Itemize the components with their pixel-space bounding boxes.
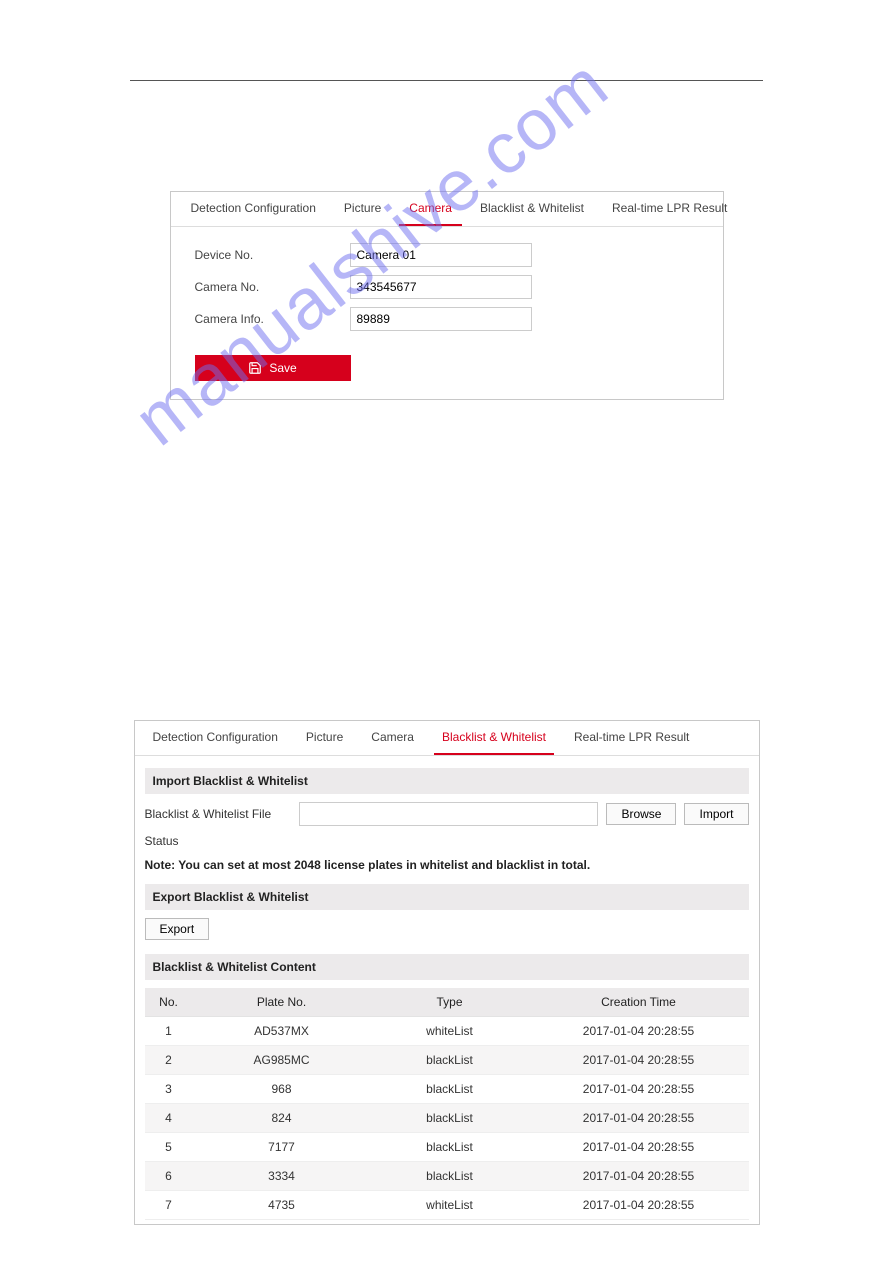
cell-type: blackList	[371, 1133, 529, 1162]
cell-no: 4	[145, 1104, 193, 1133]
tab-camera[interactable]: Camera	[399, 192, 462, 226]
cell-type: blackList	[371, 1075, 529, 1104]
content-section-header: Blacklist & Whitelist Content	[145, 954, 749, 980]
tab-camera-2[interactable]: Camera	[363, 721, 422, 755]
cell-plate: AD537MX	[193, 1017, 371, 1046]
cell-time: 2017-01-04 20:28:55	[529, 1017, 749, 1046]
cell-no: 1	[145, 1017, 193, 1046]
status-label: Status	[145, 834, 749, 848]
table-row[interactable]: 3968blackList2017-01-04 20:28:55	[145, 1075, 749, 1104]
cell-type: whiteList	[371, 1017, 529, 1046]
tab-blacklist-whitelist[interactable]: Blacklist & Whitelist	[470, 192, 594, 226]
camera-no-input[interactable]	[350, 275, 532, 299]
table-row[interactable]: 63334blackList2017-01-04 20:28:55	[145, 1162, 749, 1191]
cell-type: blackList	[371, 1104, 529, 1133]
camera-settings-panel: Detection Configuration Picture Camera B…	[170, 191, 724, 400]
tab-detection-config-2[interactable]: Detection Configuration	[145, 721, 286, 755]
camera-info-label: Camera Info.	[195, 312, 350, 326]
cell-time: 2017-01-04 20:28:55	[529, 1104, 749, 1133]
cell-plate: 968	[193, 1075, 371, 1104]
note-text: Note: You can set at most 2048 license p…	[145, 858, 749, 872]
tabs-bar-2: Detection Configuration Picture Camera B…	[135, 721, 759, 756]
import-button[interactable]: Import	[684, 803, 748, 825]
cell-type: whiteList	[371, 1191, 529, 1220]
cell-time: 2017-01-04 20:28:55	[529, 1133, 749, 1162]
device-no-input[interactable]	[350, 243, 532, 267]
cell-type: blackList	[371, 1162, 529, 1191]
tab-picture-2[interactable]: Picture	[298, 721, 351, 755]
camera-info-input[interactable]	[350, 307, 532, 331]
col-plate-header: Plate No.	[193, 988, 371, 1017]
camera-no-label: Camera No.	[195, 280, 350, 294]
cell-no: 7	[145, 1191, 193, 1220]
table-row[interactable]: 2AG985MCblackList2017-01-04 20:28:55	[145, 1046, 749, 1075]
import-section-header: Import Blacklist & Whitelist	[145, 768, 749, 794]
browse-button[interactable]: Browse	[606, 803, 676, 825]
content-table: No. Plate No. Type Creation Time 1AD537M…	[145, 988, 749, 1220]
cell-plate: 824	[193, 1104, 371, 1133]
page-divider	[130, 80, 763, 81]
tabs-bar-1: Detection Configuration Picture Camera B…	[171, 192, 723, 227]
tab-picture[interactable]: Picture	[334, 192, 391, 226]
file-field-label: Blacklist & Whitelist File	[145, 807, 291, 821]
file-path-input[interactable]	[299, 802, 599, 826]
cell-plate: 3334	[193, 1162, 371, 1191]
cell-no: 6	[145, 1162, 193, 1191]
tab-realtime-lpr-2[interactable]: Real-time LPR Result	[566, 721, 697, 755]
export-button[interactable]: Export	[145, 918, 210, 940]
table-row[interactable]: 1AD537MXwhiteList2017-01-04 20:28:55	[145, 1017, 749, 1046]
save-button-label: Save	[269, 361, 296, 375]
save-button[interactable]: Save	[195, 355, 351, 381]
col-time-header: Creation Time	[529, 988, 749, 1017]
table-row[interactable]: 74735whiteList2017-01-04 20:28:55	[145, 1191, 749, 1220]
cell-time: 2017-01-04 20:28:55	[529, 1162, 749, 1191]
cell-time: 2017-01-04 20:28:55	[529, 1191, 749, 1220]
export-section-header: Export Blacklist & Whitelist	[145, 884, 749, 910]
save-icon	[248, 361, 262, 375]
device-no-label: Device No.	[195, 248, 350, 262]
cell-plate: 4735	[193, 1191, 371, 1220]
tab-blacklist-whitelist-2[interactable]: Blacklist & Whitelist	[434, 721, 554, 755]
tab-realtime-lpr[interactable]: Real-time LPR Result	[602, 192, 737, 226]
cell-time: 2017-01-04 20:28:55	[529, 1046, 749, 1075]
cell-plate: AG985MC	[193, 1046, 371, 1075]
blacklist-whitelist-panel: Detection Configuration Picture Camera B…	[134, 720, 760, 1225]
col-type-header: Type	[371, 988, 529, 1017]
cell-no: 3	[145, 1075, 193, 1104]
cell-no: 2	[145, 1046, 193, 1075]
col-no-header: No.	[145, 988, 193, 1017]
cell-type: blackList	[371, 1046, 529, 1075]
cell-plate: 7177	[193, 1133, 371, 1162]
tab-detection-config[interactable]: Detection Configuration	[181, 192, 326, 226]
table-row[interactable]: 4824blackList2017-01-04 20:28:55	[145, 1104, 749, 1133]
table-row[interactable]: 57177blackList2017-01-04 20:28:55	[145, 1133, 749, 1162]
cell-time: 2017-01-04 20:28:55	[529, 1075, 749, 1104]
cell-no: 5	[145, 1133, 193, 1162]
